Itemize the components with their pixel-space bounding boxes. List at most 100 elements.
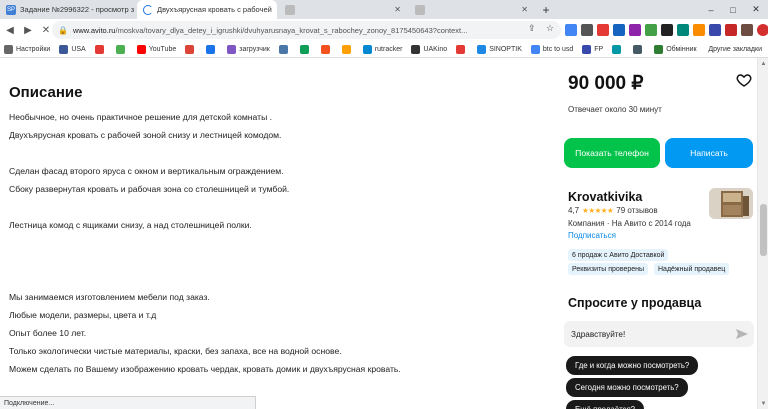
bookmark-item[interactable] — [94, 44, 107, 54]
scroll-up-icon[interactable]: ▲ — [758, 58, 768, 69]
bookmark-item[interactable] — [278, 44, 291, 54]
bookmark-favicon-icon — [94, 44, 104, 54]
write-message-button[interactable]: Написать — [665, 138, 753, 168]
forward-arrow-icon[interactable]: ▶ — [20, 22, 36, 38]
suggestion-chip[interactable]: Где и когда можно посмотреть? — [566, 356, 699, 375]
bookmark-item[interactable] — [320, 44, 333, 54]
close-tab-icon[interactable]: ✕ — [272, 5, 277, 14]
url-host: www.avito.ru — [72, 25, 116, 35]
extension-icon[interactable] — [629, 24, 641, 36]
description-line: Опыт более 10 лет. — [9, 328, 87, 338]
bookmark-item[interactable]: FP — [582, 44, 603, 54]
bookmark-label: Обмінник — [666, 45, 697, 53]
description-line: Сделан фасад второго яруса с окном и вер… — [9, 166, 284, 176]
close-window-icon[interactable]: ✕ — [745, 0, 767, 19]
tab-title: Двухъярусная кровать с рабочей — [157, 5, 272, 14]
maximize-icon[interactable]: □ — [722, 0, 744, 19]
share-icon[interactable]: ⇪ — [528, 23, 536, 34]
tab-other-2[interactable]: ✕ — [409, 0, 534, 19]
extension-icon[interactable] — [741, 24, 753, 36]
seller-avatar[interactable] — [709, 188, 753, 219]
other-bookmarks-folder[interactable]: Другие закладки — [702, 41, 762, 57]
seller-photo-icon — [709, 188, 753, 219]
bookmark-item[interactable] — [456, 44, 468, 54]
bookmark-star-icon[interactable]: ☆ — [546, 23, 554, 34]
bookmark-favicon-icon — [477, 44, 487, 54]
bookmark-favicon-icon — [530, 44, 540, 54]
description-line: Мы занимаемся изготовлением мебели под з… — [9, 292, 210, 302]
extension-icon[interactable] — [565, 24, 577, 36]
description-line: Можем сделать по Вашему изображению кров… — [9, 364, 401, 374]
extension-icon[interactable] — [677, 24, 689, 36]
bookmark-favicon-icon — [4, 44, 13, 54]
bookmark-item[interactable] — [115, 44, 128, 54]
tab-task[interactable]: SP Задание №2996322 - просмотр з ✕ — [0, 0, 135, 19]
seller-badge: Надёжный продавец — [654, 263, 730, 275]
new-tab-button[interactable]: + — [536, 0, 556, 19]
reviews-link[interactable]: 79 отзывов — [616, 206, 657, 215]
reply-time: Отвечает около 30 минут — [568, 105, 662, 114]
bookmark-item[interactable]: загрузчик — [227, 44, 270, 54]
bookmark-item[interactable]: rutracker — [362, 44, 402, 54]
extension-icon[interactable] — [709, 24, 721, 36]
bookmark-item[interactable] — [185, 44, 197, 54]
extension-icon[interactable] — [693, 24, 705, 36]
tab-avito-listing[interactable]: Двухъярусная кровать с рабочей ✕ — [137, 0, 277, 19]
seller-badge: Реквизиты проверены — [568, 263, 649, 275]
send-icon[interactable] — [736, 329, 748, 339]
description-line: Любые модели, размеры, цвета и т.д — [9, 310, 157, 320]
bookmark-item[interactable]: USA — [59, 44, 86, 54]
bookmark-favicon-icon — [612, 44, 622, 54]
description-line: Только экологически чистые материалы, кр… — [9, 346, 342, 356]
bookmark-item[interactable]: SINOPTIK — [477, 44, 522, 54]
back-arrow-icon[interactable]: ◀ — [2, 22, 18, 38]
bookmark-favicon-icon — [136, 44, 146, 54]
profile-avatar-icon[interactable] — [757, 24, 768, 36]
bookmark-item[interactable] — [633, 44, 645, 54]
seller-name[interactable]: Krovatkivika — [568, 190, 642, 204]
bookmark-label: SINOPTIK — [489, 45, 522, 53]
page-scrollbar[interactable]: ▲ ▼ — [757, 58, 768, 409]
bookmark-label: btc to usd — [542, 45, 574, 53]
bookmark-item[interactable]: Обмінник — [654, 44, 697, 54]
extension-icon[interactable] — [661, 24, 673, 36]
bookmark-item[interactable] — [299, 44, 312, 54]
minimize-icon[interactable]: – — [700, 0, 722, 19]
seller-company-info: Компания · На Авито с 2014 года — [568, 219, 691, 228]
close-tab-icon[interactable]: ✕ — [134, 5, 135, 14]
bookmark-item[interactable]: YouTube — [136, 44, 176, 54]
bookmark-item[interactable]: btc to usd — [530, 44, 574, 54]
close-tab-icon[interactable]: ✕ — [390, 5, 401, 14]
suggestion-chip[interactable]: Ещё продаётся? — [566, 400, 645, 409]
scrollbar-thumb[interactable] — [760, 204, 767, 256]
show-phone-button[interactable]: Показать телефон — [564, 138, 660, 168]
bookmark-favicon-icon — [411, 44, 421, 54]
listing-price: 90 000 ₽ — [568, 73, 644, 94]
extension-icon[interactable] — [613, 24, 625, 36]
ask-seller-input[interactable]: Здравствуйте! — [564, 321, 754, 347]
subscribe-link[interactable]: Подписаться — [568, 231, 616, 240]
bookmark-item[interactable] — [206, 44, 218, 54]
address-bar[interactable]: 🔒 www.avito.ru /moskva/tovary_dlya_detey… — [52, 21, 561, 39]
scroll-down-icon[interactable]: ▼ — [758, 398, 768, 409]
bookmark-favicon-icon — [227, 44, 237, 54]
suggestion-chip[interactable]: Сегодня можно посмотреть? — [566, 378, 688, 397]
status-bar: Подключение... — [0, 396, 256, 409]
bookmark-item[interactable]: Настройки — [4, 44, 50, 54]
description-line: Сбоку развернутая кровать и рабочая зона… — [9, 184, 290, 194]
bookmark-item[interactable]: UAKino — [411, 44, 447, 54]
extension-icon[interactable] — [581, 24, 593, 36]
bookmark-item[interactable] — [341, 44, 354, 54]
lock-icon[interactable]: 🔒 — [58, 26, 68, 35]
extension-icon[interactable] — [725, 24, 737, 36]
tab-other-1[interactable]: ✕ — [279, 0, 407, 19]
bookmark-favicon-icon — [633, 44, 643, 54]
bookmark-item[interactable] — [612, 44, 624, 54]
extension-icon[interactable] — [645, 24, 657, 36]
close-tab-icon[interactable]: ✕ — [517, 5, 528, 14]
loading-favicon-icon — [143, 4, 153, 15]
rating-value: 4,7 — [568, 206, 580, 215]
bookmark-favicon-icon — [654, 44, 664, 54]
favorite-heart-icon[interactable] — [736, 72, 752, 88]
extension-icon[interactable] — [597, 24, 609, 36]
